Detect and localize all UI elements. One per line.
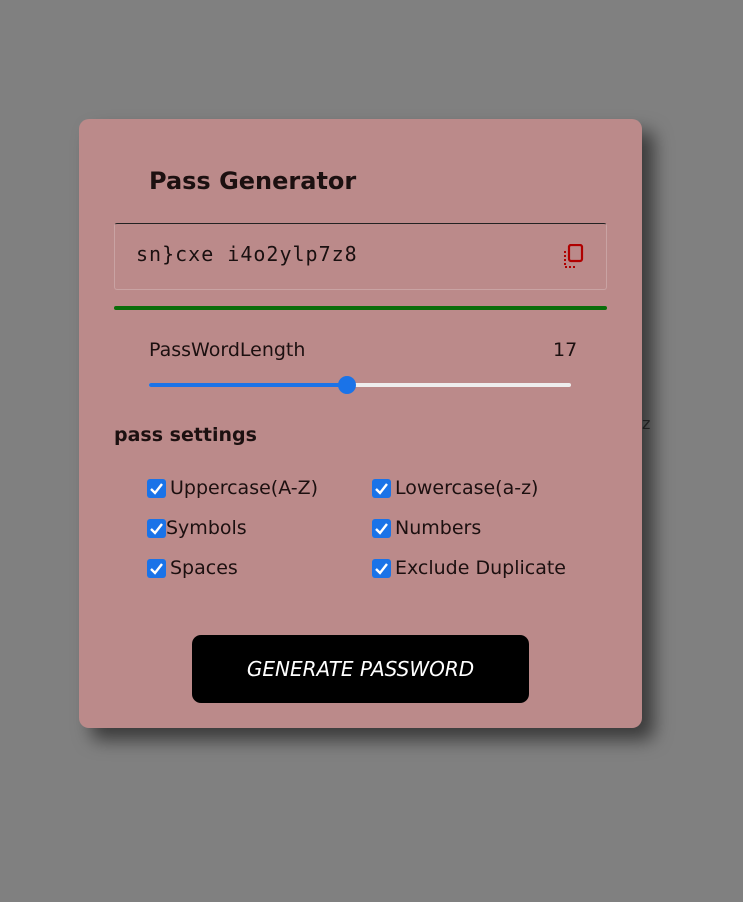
strength-bar <box>114 306 607 310</box>
length-slider[interactable] <box>149 375 571 395</box>
password-generator-card: Pass Generator sn}cxe i4o2ylp7z8 PassWor… <box>79 119 642 728</box>
numbers-checkbox[interactable] <box>372 518 391 538</box>
option-label: Symbols <box>166 517 247 539</box>
spaces-checkbox[interactable] <box>147 558 166 578</box>
option-exclude-duplicate[interactable]: Exclude Duplicate <box>372 557 566 579</box>
copy-icon[interactable] <box>562 243 586 270</box>
option-label: Exclude Duplicate <box>395 557 566 579</box>
length-value: 17 <box>553 339 578 361</box>
option-label: Spaces <box>170 557 238 579</box>
option-uppercase[interactable]: Uppercase(A-Z) <box>147 477 318 499</box>
option-label: Uppercase(A-Z) <box>170 477 319 499</box>
option-lowercase[interactable]: Lowercase(a-z) <box>372 477 538 499</box>
exclude-duplicate-checkbox[interactable] <box>372 558 391 578</box>
option-symbols[interactable]: Symbols <box>147 517 247 539</box>
password-display: sn}cxe i4o2ylp7z8 <box>114 223 607 290</box>
option-label: Numbers <box>395 517 482 539</box>
lowercase-checkbox[interactable] <box>372 478 391 498</box>
option-numbers[interactable]: Numbers <box>372 517 481 539</box>
uppercase-checkbox[interactable] <box>147 478 166 498</box>
slider-thumb[interactable] <box>338 376 356 394</box>
password-text: sn}cxe i4o2ylp7z8 <box>136 242 358 266</box>
symbols-checkbox[interactable] <box>147 518 166 538</box>
slider-fill <box>149 383 347 387</box>
page-title: Pass Generator <box>149 167 357 195</box>
option-label: Lowercase(a-z) <box>395 477 539 499</box>
option-spaces[interactable]: Spaces <box>147 557 238 579</box>
background-text: z <box>642 414 651 433</box>
generate-password-button[interactable]: GENERATE PASSWORD <box>192 635 529 703</box>
length-label: PassWordLength <box>149 339 306 361</box>
settings-heading: pass settings <box>114 424 257 446</box>
